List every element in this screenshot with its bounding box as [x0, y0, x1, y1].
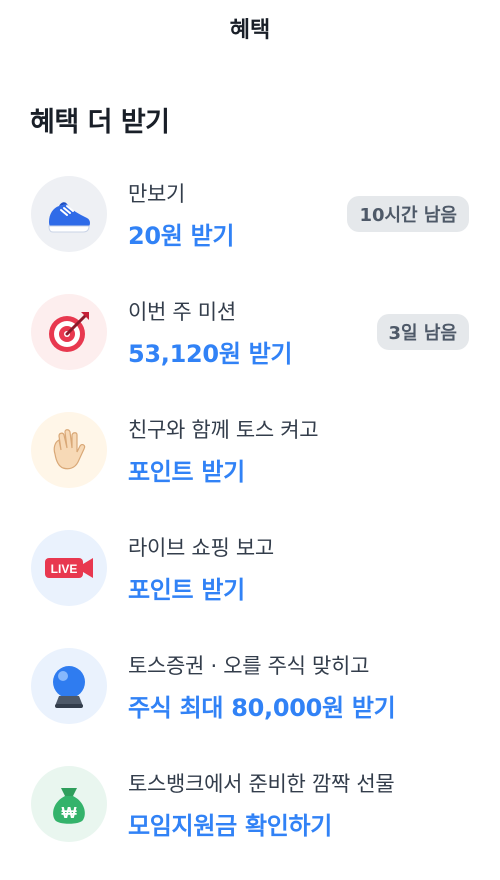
- benefit-subtitle: 이번 주 미션: [128, 300, 236, 324]
- benefit-action: 20원 받기: [128, 222, 235, 250]
- page-title: 혜택: [229, 18, 271, 43]
- benefit-item-pedometer[interactable]: 만보기 20원 받기 10시간 남음: [0, 172, 500, 290]
- benefit-item-live-shopping[interactable]: LIVE 라이브 쇼핑 보고 포인트 받기: [0, 526, 500, 644]
- benefit-action: 주식 최대 80,000원 받기: [128, 694, 396, 722]
- benefit-action: 모임지원금 확인하기: [128, 812, 333, 840]
- live-camera-icon: LIVE: [31, 530, 107, 606]
- section-title: 혜택 더 받기: [30, 107, 170, 138]
- waving-hand-icon: [31, 412, 107, 488]
- benefit-subtitle: 친구와 함께 토스 켜고: [128, 418, 319, 442]
- benefit-subtitle: 만보기: [128, 182, 186, 206]
- remaining-time-badge: 3일 남음: [376, 314, 469, 350]
- benefit-action: 포인트 받기: [128, 458, 245, 486]
- dart-target-icon: [31, 294, 107, 370]
- benefit-item-toss-bank[interactable]: ₩ 토스뱅크에서 준비한 깜짝 선물 모임지원금 확인하기: [0, 762, 500, 880]
- top-bar: 혜택: [0, 0, 500, 56]
- benefit-list: 만보기 20원 받기 10시간 남음 이번 주 미션 53,120원 받기 3일…: [0, 172, 500, 880]
- benefit-subtitle: 라이브 쇼핑 보고: [128, 536, 274, 560]
- benefit-action: 포인트 받기: [128, 576, 245, 604]
- benefit-subtitle: 토스뱅크에서 준비한 깜짝 선물: [128, 772, 395, 796]
- won-symbol: ₩: [61, 805, 77, 822]
- benefit-item-friends[interactable]: 친구와 함께 토스 켜고 포인트 받기: [0, 408, 500, 526]
- live-label: LIVE: [51, 562, 78, 576]
- crystal-ball-icon: [31, 648, 107, 724]
- benefit-action: 53,120원 받기: [128, 340, 293, 368]
- sneaker-icon: [31, 176, 107, 252]
- benefit-item-weekly-mission[interactable]: 이번 주 미션 53,120원 받기 3일 남음: [0, 290, 500, 408]
- remaining-time-badge: 10시간 남음: [347, 196, 469, 232]
- benefit-subtitle: 토스증권 · 오를 주식 맞히고: [128, 654, 370, 678]
- benefit-item-toss-securities[interactable]: 토스증권 · 오를 주식 맞히고 주식 최대 80,000원 받기: [0, 644, 500, 762]
- money-bag-icon: ₩: [31, 766, 107, 842]
